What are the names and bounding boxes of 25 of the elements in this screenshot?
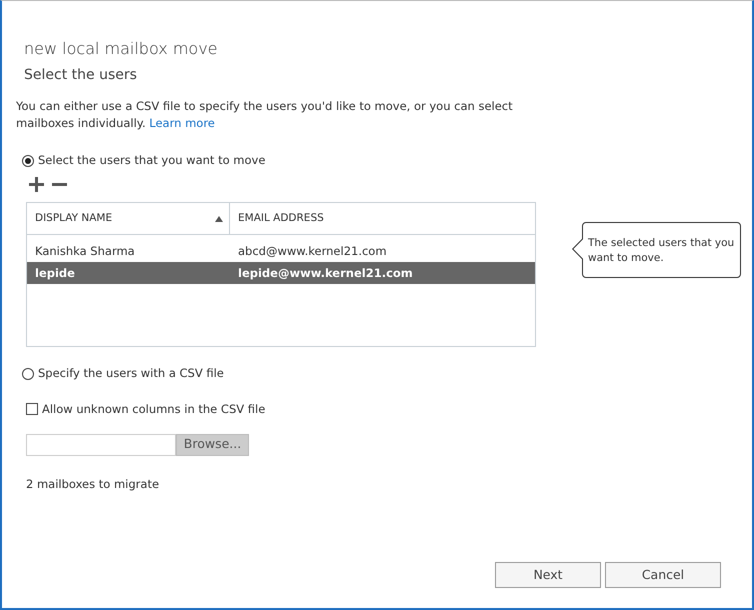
radio-button[interactable] [22,154,34,167]
table-cell-text: lepide@www.kernel21.com [237,264,414,282]
next-button[interactable]: Next [495,562,601,588]
cancel-button[interactable]: Cancel [605,562,721,588]
checkbox[interactable] [26,403,38,416]
learn-more-link[interactable]: Learn more [149,116,215,130]
browse-button[interactable]: Browse... [176,434,249,456]
radio-button[interactable] [22,368,34,380]
table-cell-text: Kanishka Sharma [34,242,136,260]
mailbox-count: 2 mailboxes to migrate [26,476,160,493]
column-header[interactable]: EMAIL ADDRESS [230,203,535,234]
radio-label[interactable]: Specify the users with a CSV file [38,365,224,382]
file-path-field[interactable] [26,434,176,456]
add-icon[interactable] [29,177,44,192]
column-label: DISPLAY NAME [35,210,112,226]
table-cell-text: abcd@www.kernel21.com [237,242,388,260]
tooltip-text: The selected users that you want to move. [588,237,734,264]
intro-paragraph: You can either use a CSV file to specify the users you'd like to move, or you can select mailboxes individually. Learn more [16,98,514,132]
step-subtitle: Select the users [24,66,138,85]
checkbox-label[interactable]: Allow unknown columns in the CSV file [42,400,266,418]
table-cell-text: lepide [34,264,76,282]
table-row[interactable]: Kanishka Sharma abcd@www.kernel21.com [27,240,535,262]
table-row[interactable]: lepide lepide@www.kernel21.com [27,262,535,284]
dialog-title: new local mailbox move [24,38,218,60]
radio-label[interactable]: Select the users that you want to move [38,152,266,170]
